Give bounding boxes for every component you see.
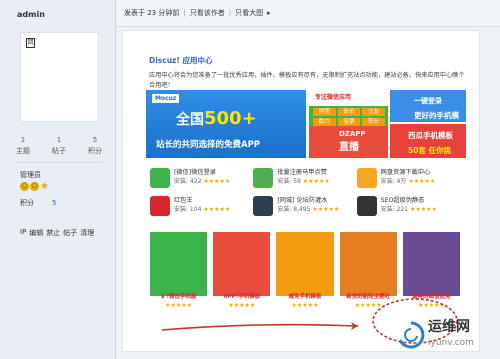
mocuz-logo: Mocuz: [152, 94, 180, 103]
op-ip[interactable]: IP: [20, 228, 26, 238]
app-item[interactable]: [同城] 论坛防灌水 安装: 8,495 ★★★★★: [253, 196, 356, 216]
op-clean[interactable]: 清理: [80, 228, 94, 238]
template-card[interactable]: APP!手机模板: [213, 232, 271, 296]
admin-ops: IP 编辑 禁止 帖子 清理: [20, 228, 94, 238]
post-topbar: 发表于 23 分钟前 | 只看该作者 | 只看大图 ▸: [116, 0, 500, 27]
banner-xigua-templates[interactable]: 西瓜手机模板 50套 任你挑: [390, 124, 466, 158]
template-card[interactable]: 新悦的贴轻主题社: [339, 232, 397, 296]
feature-tags: 拼团 砍价 交友 助力 投票 积分: [313, 108, 385, 126]
app-center-title[interactable]: Discuz! 应用中心: [149, 55, 212, 66]
username[interactable]: admin: [17, 10, 45, 19]
wechat-icon: [150, 168, 170, 188]
watermark-domain: iyunv.com: [428, 338, 474, 348]
points-row: 积分 5: [20, 199, 57, 207]
app-item[interactable]: 红包王 安装: 104 ★★★★★: [150, 196, 253, 216]
banner-right: 一键登录 更好的手机模板 西瓜手机模板 50套 任你挑: [390, 90, 466, 158]
stat-posts[interactable]: 1 帖子: [52, 136, 66, 156]
avatar[interactable]: 回: [20, 32, 99, 122]
template-card[interactable]: $ !微信手机版: [150, 232, 208, 296]
watermark-swirl-icon: [398, 321, 425, 349]
banner-subline: 站长的共同选择的免费APP: [156, 140, 261, 150]
app-item[interactable]: 网盘资源下载中心 安装: 4万 ★★★★★: [356, 168, 460, 188]
app-item[interactable]: 批量注册马甲点赞 安装: 59 ★★★★★: [253, 168, 356, 188]
cloud-download-icon: [356, 168, 377, 188]
smile-icon: ☺: [30, 182, 39, 191]
avatar-placeholder-icon: 回: [26, 38, 35, 48]
user-medals: ☺ ☺ ★: [20, 181, 49, 192]
banner-mocuz[interactable]: Mocuz 全国500+ 站长的共同选择的免费APP: [146, 90, 306, 158]
sidebar-divider: [16, 162, 102, 163]
watermark-title: 运维网: [428, 319, 470, 335]
banner-headline: 全国500+: [176, 108, 257, 129]
template-cards: $ !微信手机版 APP!手机模板 威免手机模板 新悦的贴轻主题社 最美的微信应…: [150, 232, 461, 296]
app-item[interactable]: [微信]微信登录 安装: 422 ★★★★★: [150, 168, 253, 188]
stat-threads[interactable]: 1 主题: [16, 136, 30, 156]
stat-points[interactable]: 5 积分: [88, 136, 102, 156]
watermark: 运维网 iyunv.com: [392, 316, 492, 356]
banner-one-click-login[interactable]: 一键登录 更好的手机模板: [390, 90, 466, 131]
template-card[interactable]: 最美的微信应用: [402, 232, 461, 296]
like-icon: [253, 168, 274, 188]
seo-icon: [356, 196, 377, 216]
app-center-description: 应用中心将会为您准备了一批优秀应用，插件、模板应有尽有，无限制扩充站点功能，建站…: [149, 72, 465, 89]
user-role[interactable]: 管理员: [20, 170, 41, 180]
banner-dzapp: DZAPP 直播: [309, 126, 388, 158]
only-big-images-link[interactable]: 只看大图: [235, 8, 263, 18]
post-time: 发表于 23 分钟前: [124, 9, 180, 17]
op-ban[interactable]: 禁止: [46, 228, 60, 238]
op-edit[interactable]: 编辑: [29, 228, 43, 238]
banner-weixin-apps[interactable]: 专注微信应用 拼团 砍价 交友 助力 投票 积分 DZAPP 直播: [309, 90, 388, 158]
user-sidebar: admin 回 1 主题 1 帖子 5 积分 管理员 ☺ ☺ ★ 积分 5 IP 编辑 …: [0, 0, 116, 359]
only-author-link[interactable]: 只看该作者: [190, 8, 225, 18]
op-posts[interactable]: 帖子: [63, 228, 77, 238]
user-stats: 1 主题 1 帖子 5 积分: [16, 136, 102, 156]
smile-icon: ☺: [20, 182, 29, 191]
star-icon: ★: [40, 181, 49, 192]
app-list: [微信]微信登录 安装: 422 ★★★★★ 批量注册马甲点赞 安装: 59 ★★★…: [150, 168, 460, 216]
red-arrow-annotation: [161, 322, 359, 331]
shield-icon: [253, 196, 274, 216]
template-card[interactable]: 威免手机模板: [276, 232, 334, 296]
red-envelope-icon: [150, 196, 170, 216]
arrow-icon[interactable]: ▸: [267, 9, 271, 17]
app-item[interactable]: SEO超级伪静态 安装: 221 ★★★★★: [356, 196, 460, 216]
